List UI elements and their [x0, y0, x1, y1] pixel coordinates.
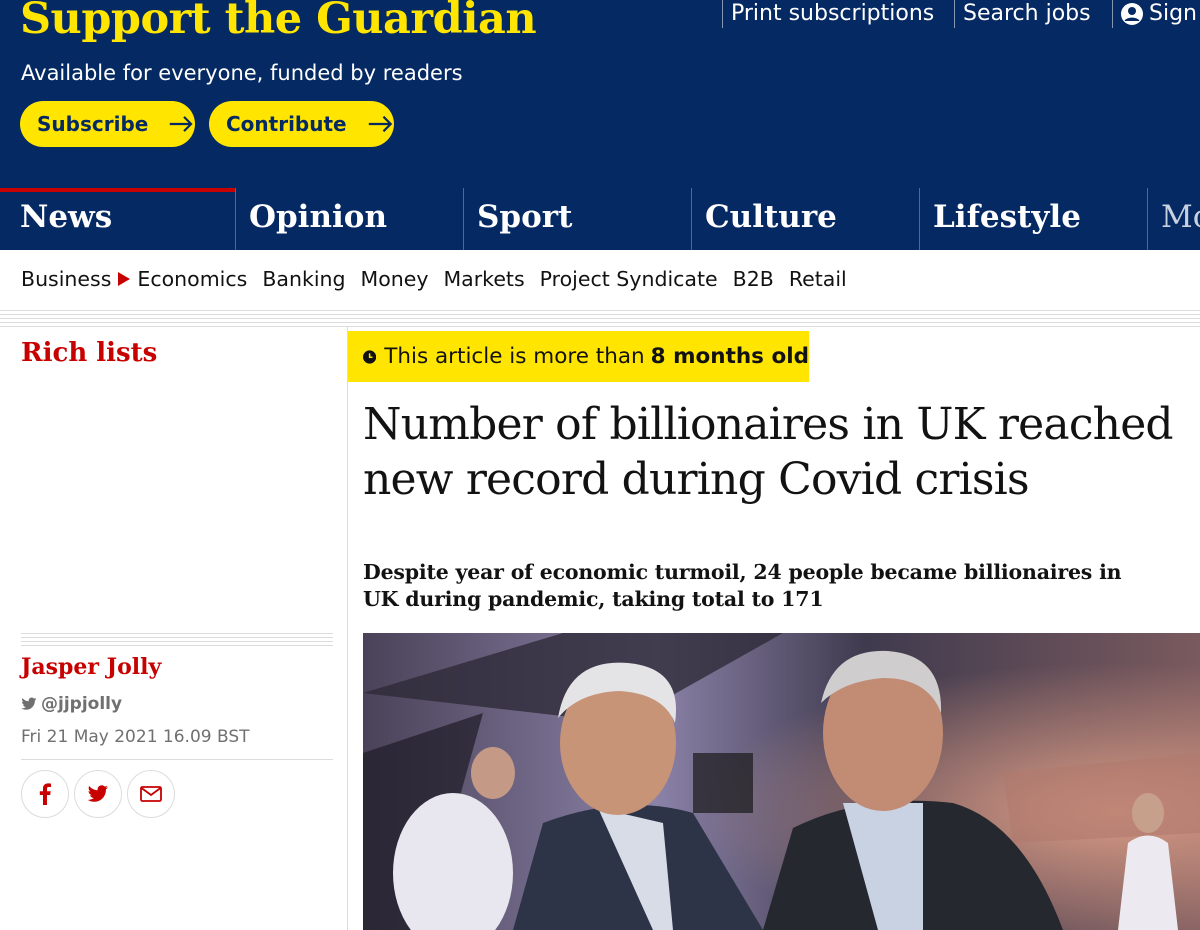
twitter-icon	[21, 697, 37, 710]
support-title: Support the Guardian	[20, 0, 537, 44]
author-name[interactable]: Jasper Jolly	[21, 654, 161, 680]
arrow-right-icon	[170, 116, 193, 132]
nav-news[interactable]: News	[0, 188, 236, 250]
support-header: Support the Guardian Available for every…	[0, 0, 1200, 250]
twitter-handle-text: @jjpjolly	[41, 694, 123, 714]
subnav-project-syndicate[interactable]: Project Syndicate	[540, 267, 718, 291]
subnav-retail[interactable]: Retail	[789, 267, 847, 291]
contribute-label: Contribute	[226, 112, 347, 136]
subnav-business[interactable]: Business	[21, 267, 111, 291]
share-twitter-button[interactable]	[74, 770, 122, 818]
share-email-button[interactable]	[127, 770, 175, 818]
nav-culture[interactable]: Culture	[691, 188, 920, 250]
nav-opinion[interactable]: Opinion	[235, 188, 464, 250]
sign-in-link[interactable]: Sign	[1112, 0, 1197, 28]
search-jobs-link[interactable]: Search jobs	[954, 0, 1091, 28]
triangle-right-icon	[118, 272, 131, 286]
subnav-economics[interactable]: Economics	[137, 267, 247, 291]
contribute-button[interactable]: Contribute	[209, 101, 394, 147]
column-divider	[347, 327, 348, 930]
age-notice-bold: 8 months old	[650, 344, 809, 369]
section-label[interactable]: Rich lists	[21, 338, 157, 368]
share-divider	[21, 759, 333, 760]
support-subtitle: Available for everyone, funded by reader…	[21, 61, 463, 85]
article-headline: Number of billionaires in UK reached new…	[363, 399, 1174, 505]
sub-nav: Business Economics Banking Money Markets…	[0, 250, 1200, 311]
arrow-right-icon	[368, 115, 392, 133]
subscribe-label: Subscribe	[37, 112, 149, 136]
user-icon	[1121, 3, 1143, 25]
subnav-banking[interactable]: Banking	[262, 267, 345, 291]
main-nav: News Opinion Sport Culture Lifestyle Mo	[0, 188, 1200, 250]
clock-icon	[363, 349, 377, 364]
subscribe-button[interactable]: Subscribe	[20, 101, 195, 147]
share-facebook-button[interactable]	[21, 770, 69, 818]
facebook-icon	[39, 783, 51, 805]
section-rule	[0, 314, 1200, 327]
subnav-markets[interactable]: Markets	[444, 267, 525, 291]
email-icon	[140, 786, 162, 802]
article-photo	[363, 633, 1200, 930]
publication-date: Fri 21 May 2021 16.09 BST	[21, 727, 250, 747]
nav-more[interactable]: Mo	[1147, 188, 1200, 250]
photo-illustration	[363, 633, 1200, 930]
subnav-b2b[interactable]: B2B	[733, 267, 774, 291]
article-standfirst: Despite year of economic turmoil, 24 peo…	[363, 560, 1122, 611]
twitter-icon	[87, 785, 108, 802]
subnav-money[interactable]: Money	[361, 267, 429, 291]
nav-lifestyle[interactable]: Lifestyle	[919, 188, 1148, 250]
print-subscriptions-link[interactable]: Print subscriptions	[722, 0, 934, 28]
sign-in-label: Sign	[1149, 1, 1197, 26]
article-age-notice: This article is more than 8 months old	[348, 331, 809, 382]
nav-sport[interactable]: Sport	[463, 188, 692, 250]
meta-rule	[21, 633, 333, 646]
author-twitter-handle[interactable]: @jjpjolly	[21, 694, 122, 714]
age-notice-text: This article is more than	[384, 344, 645, 369]
